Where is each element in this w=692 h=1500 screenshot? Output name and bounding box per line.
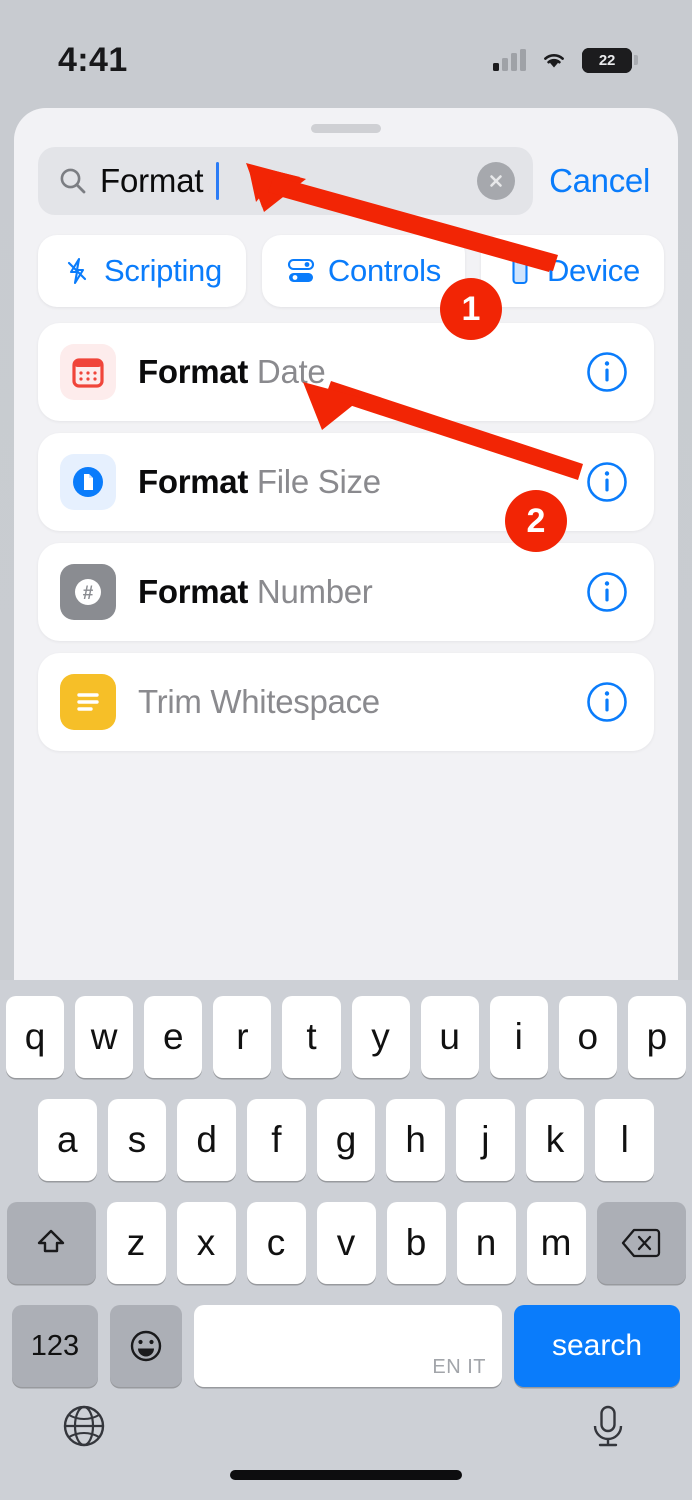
key-h[interactable]: h <box>386 1099 446 1181</box>
key-b[interactable]: b <box>386 1202 446 1284</box>
iphone-screen: 4:41 22 Format Cancel Scripting Controls… <box>0 0 692 1500</box>
shift-icon <box>37 1229 65 1253</box>
scripting-icon <box>67 257 87 285</box>
device-icon <box>512 257 528 285</box>
result-title-rest: File Size <box>248 463 381 500</box>
battery-icon: 22 <box>582 47 638 73</box>
key-g[interactable]: g <box>316 1099 376 1181</box>
hash-icon: # <box>60 564 116 620</box>
search-key[interactable]: search <box>514 1305 680 1387</box>
cancel-button[interactable]: Cancel <box>549 162 654 200</box>
space-key[interactable]: EN IT <box>194 1305 502 1387</box>
keyboard-row-2: a s d f g h j k l <box>6 1099 686 1181</box>
key-q[interactable]: q <box>6 996 65 1078</box>
clear-search-button[interactable] <box>477 162 516 200</box>
key-a[interactable]: a <box>37 1099 97 1181</box>
globe-icon[interactable] <box>58 1400 110 1452</box>
search-results-list: Format Date Format File Size # Format Nu… <box>14 311 678 751</box>
chip-controls[interactable]: Controls <box>261 235 465 307</box>
key-y[interactable]: y <box>351 996 410 1078</box>
result-title-rest: Number <box>248 573 373 610</box>
shift-key[interactable] <box>6 1202 96 1284</box>
info-icon[interactable] <box>586 571 628 613</box>
search-bar: Format Cancel <box>14 133 678 215</box>
search-icon <box>60 168 86 194</box>
result-title-rest: Date <box>248 353 326 390</box>
result-title-bold: Format <box>138 353 249 390</box>
key-l[interactable]: l <box>595 1099 655 1181</box>
key-f[interactable]: f <box>247 1099 306 1181</box>
key-p[interactable]: p <box>627 996 686 1078</box>
numbers-key[interactable]: 123 <box>12 1305 98 1387</box>
chip-label: Controls <box>327 253 441 288</box>
result-title-bold: Format <box>138 463 249 500</box>
chip-label: Device <box>546 253 640 288</box>
result-row-format-date[interactable]: Format Date <box>38 323 654 421</box>
chip-scripting[interactable]: Scripting <box>38 235 246 307</box>
key-e[interactable]: e <box>144 996 203 1078</box>
status-indicators: 22 <box>493 47 638 73</box>
key-d[interactable]: d <box>177 1099 236 1181</box>
status-time: 4:41 <box>58 40 128 79</box>
key-t[interactable]: t <box>282 996 341 1078</box>
delete-key[interactable] <box>596 1202 686 1284</box>
space-language-label: EN IT <box>432 1356 486 1378</box>
sheet-grabber[interactable] <box>311 124 381 133</box>
result-title: Format Date <box>138 353 564 391</box>
keyboard-row-4: 123 EN IT search <box>6 1305 686 1387</box>
document-icon <box>60 454 116 510</box>
emoji-icon <box>130 1330 162 1362</box>
battery-percent: 22 <box>598 51 616 69</box>
on-screen-keyboard[interactable]: q w e r t y u i o p a s d f g h j k l z … <box>0 980 692 1500</box>
result-title: Format File Size <box>138 463 564 501</box>
svg-text:#: # <box>83 583 94 604</box>
wifi-icon <box>544 54 564 68</box>
search-query-text: Format <box>100 162 204 199</box>
microphone-icon[interactable] <box>582 1400 634 1452</box>
text-cursor <box>216 162 220 200</box>
keyboard-row-3: z x c v b n m <box>6 1202 686 1284</box>
home-indicator <box>230 1470 462 1480</box>
info-icon[interactable] <box>586 351 628 393</box>
chip-device[interactable]: Device <box>480 235 664 307</box>
keyboard-bottom-bar <box>0 1382 692 1500</box>
result-row-format-number[interactable]: # Format Number <box>38 543 654 641</box>
key-x[interactable]: x <box>176 1202 236 1284</box>
clear-icon <box>490 175 502 187</box>
result-row-format-file-size[interactable]: Format File Size <box>38 433 654 531</box>
key-c[interactable]: c <box>246 1202 306 1284</box>
result-row-trim-whitespace[interactable]: Trim Whitespace <box>38 653 654 751</box>
delete-icon <box>621 1228 661 1258</box>
result-title-bold: Format <box>138 573 249 610</box>
key-o[interactable]: o <box>558 996 617 1078</box>
category-filter-chips[interactable]: Scripting Controls Device <box>14 215 678 311</box>
key-i[interactable]: i <box>489 996 548 1078</box>
key-n[interactable]: n <box>456 1202 516 1284</box>
controls-icon <box>287 258 314 282</box>
info-icon[interactable] <box>586 461 628 503</box>
text-lines-icon <box>60 674 116 730</box>
key-s[interactable]: s <box>107 1099 167 1181</box>
key-u[interactable]: u <box>420 996 479 1078</box>
result-title-rest: Trim Whitespace <box>138 683 380 720</box>
emoji-key[interactable] <box>110 1305 182 1387</box>
key-r[interactable]: r <box>213 996 272 1078</box>
info-icon[interactable] <box>586 681 628 723</box>
status-bar: 4:41 22 <box>0 0 692 108</box>
key-v[interactable]: v <box>316 1202 376 1284</box>
search-input[interactable]: Format <box>38 147 534 215</box>
key-j[interactable]: j <box>456 1099 515 1181</box>
calendar-icon <box>60 344 116 400</box>
key-m[interactable]: m <box>526 1202 586 1284</box>
key-w[interactable]: w <box>75 996 134 1078</box>
key-k[interactable]: k <box>525 1099 585 1181</box>
key-z[interactable]: z <box>106 1202 166 1284</box>
chip-label: Scripting <box>104 253 222 288</box>
keyboard-row-1: q w e r t y u i o p <box>6 996 686 1078</box>
result-title: Trim Whitespace <box>138 683 564 721</box>
result-title: Format Number <box>138 573 564 611</box>
cellular-bars-icon <box>493 49 526 71</box>
